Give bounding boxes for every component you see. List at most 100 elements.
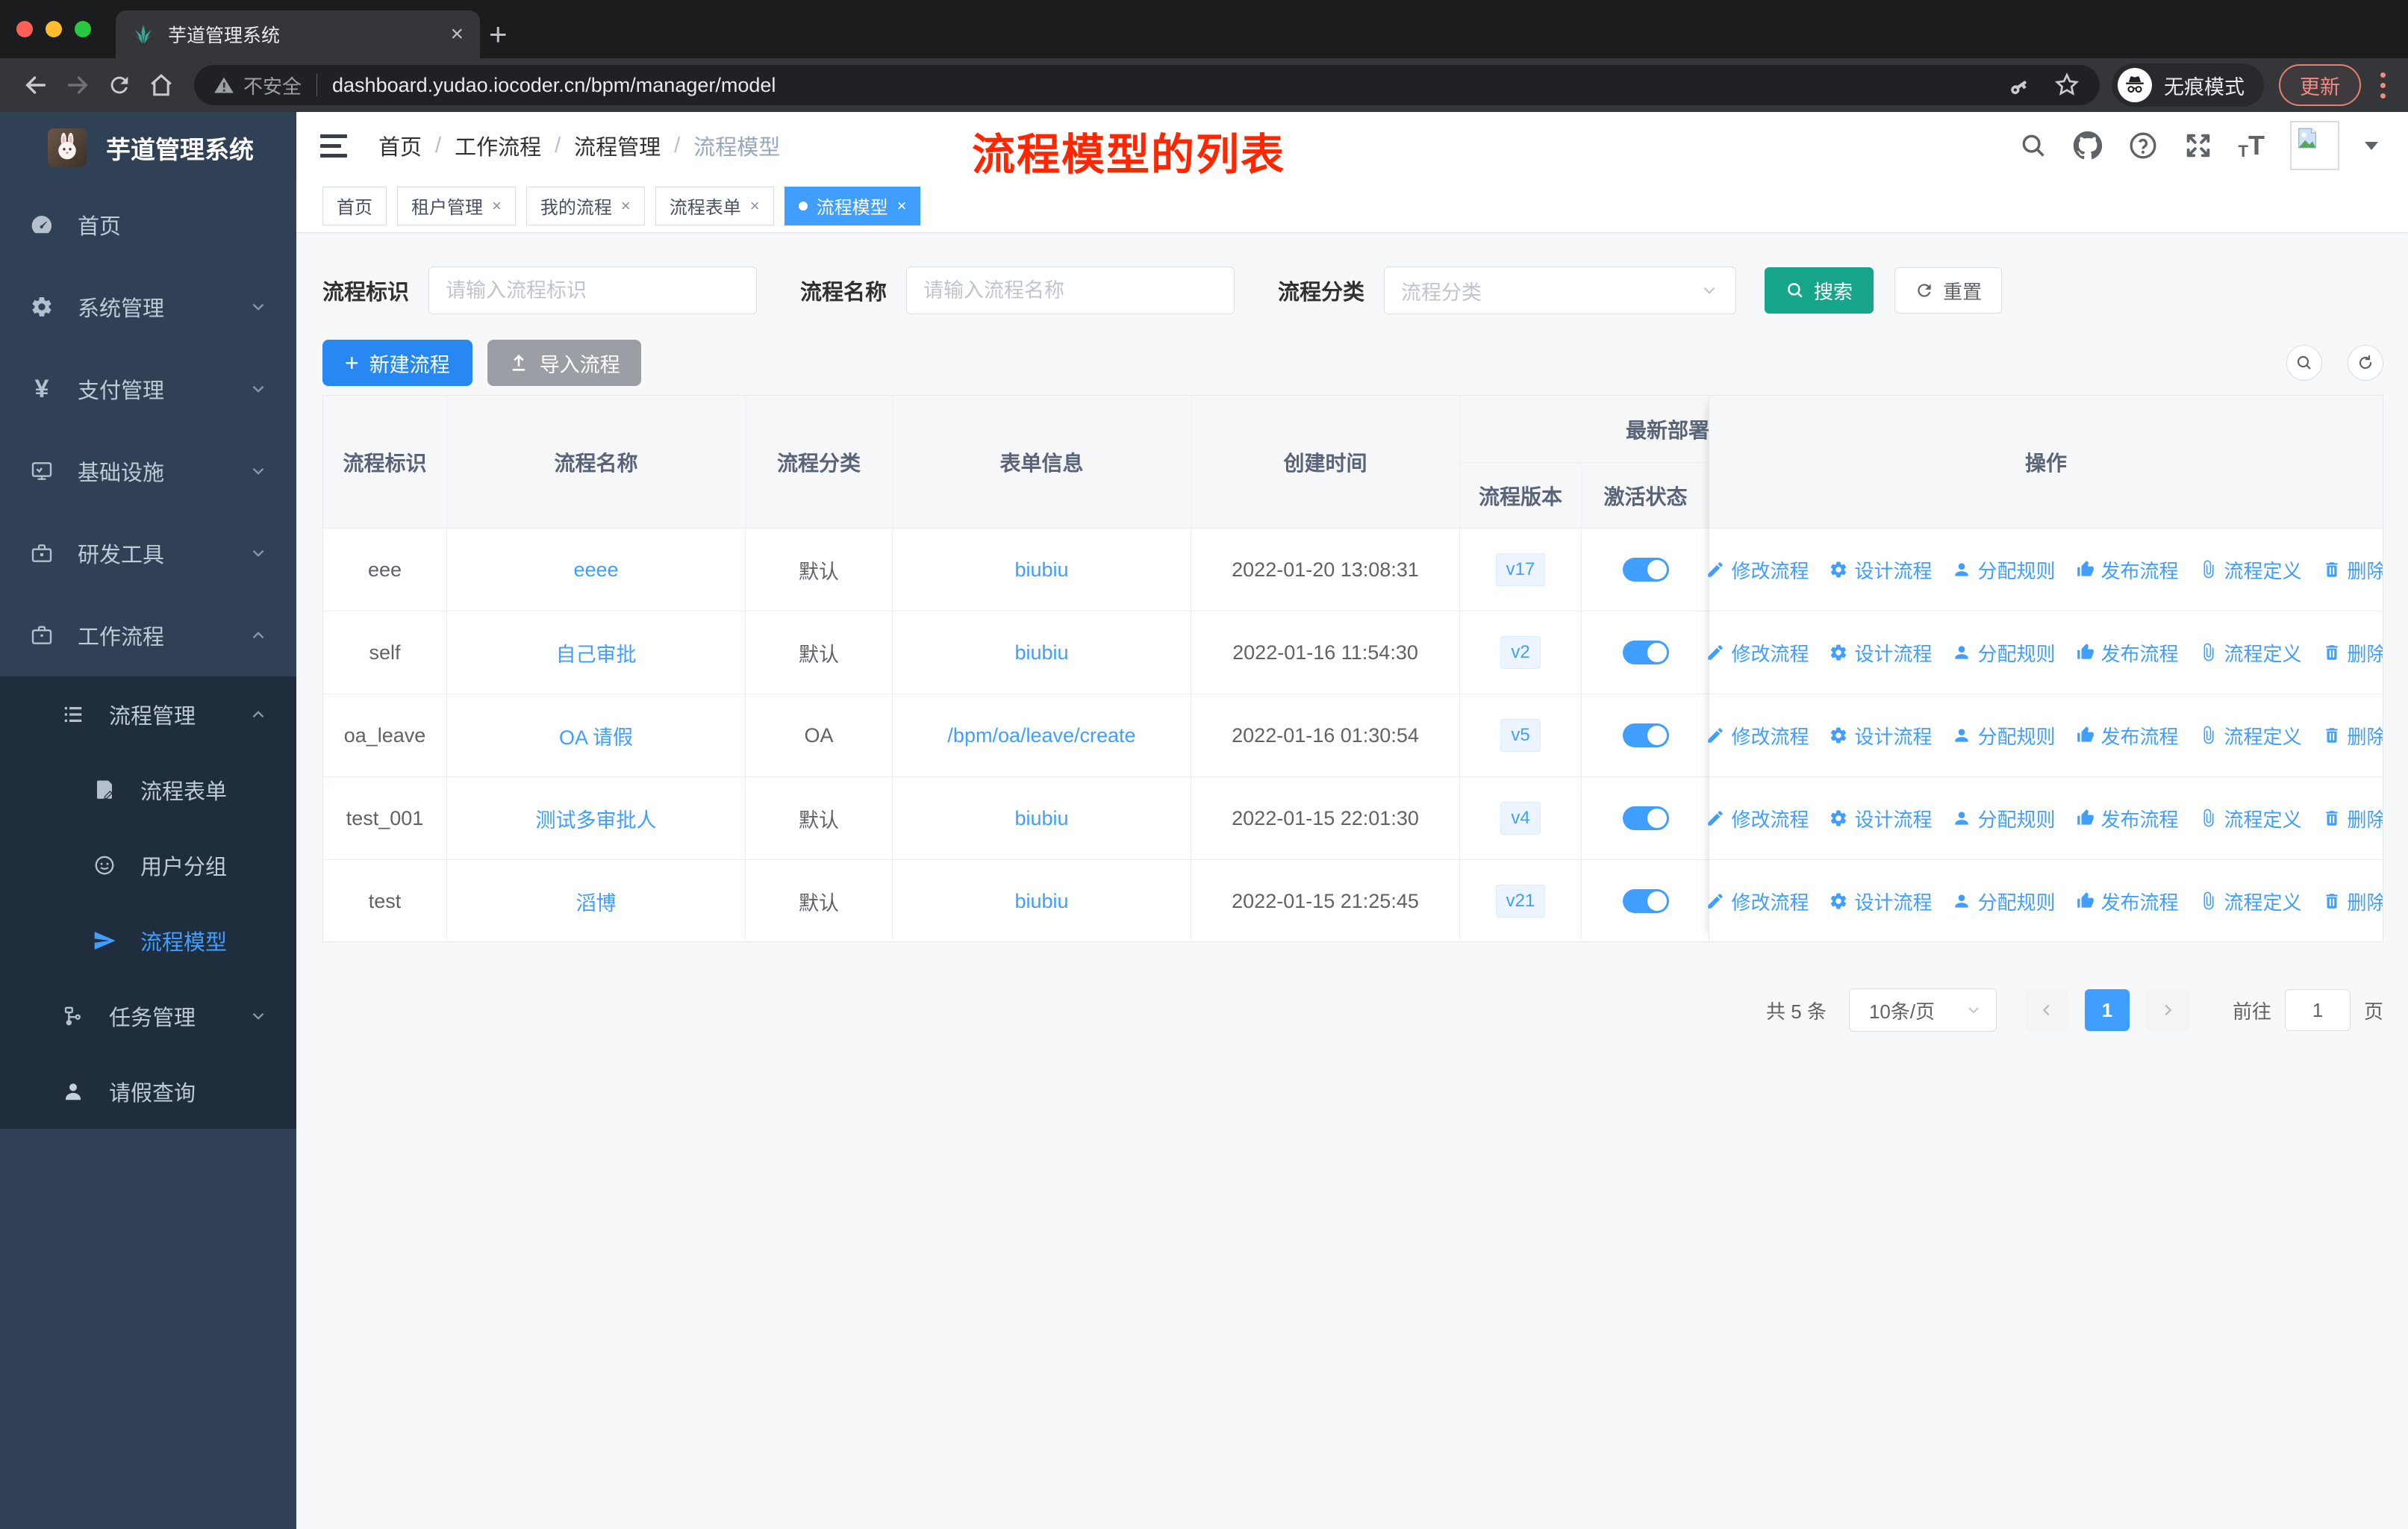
delete-link[interactable]: 删除 bbox=[2322, 556, 2383, 584]
assign-rule-link[interactable]: 分配规则 bbox=[1952, 722, 2056, 750]
password-key-icon[interactable] bbox=[2006, 72, 2031, 98]
active-toggle[interactable] bbox=[1622, 889, 1669, 913]
url-bar[interactable]: 不安全 dashboard.yudao.iocoder.cn/bpm/manag… bbox=[194, 65, 2100, 105]
cell-process-name-link[interactable]: 滔博 bbox=[447, 860, 746, 941]
sidebar-item-home[interactable]: 首页 bbox=[0, 184, 296, 266]
delete-link[interactable]: 删除 bbox=[2322, 722, 2383, 750]
sidebar-item-infra[interactable]: 基础设施 bbox=[0, 430, 296, 512]
modify-process-link[interactable]: 修改流程 bbox=[1706, 556, 1809, 584]
goto-page-input[interactable] bbox=[2284, 989, 2351, 1031]
chrome-update-button[interactable]: 更新 bbox=[2279, 64, 2361, 106]
active-toggle[interactable] bbox=[1622, 806, 1669, 830]
design-process-link[interactable]: 设计流程 bbox=[1829, 722, 1932, 750]
cell-form-link[interactable]: biubiu bbox=[893, 529, 1191, 611]
breadcrumb-process-mgmt[interactable]: 流程管理 bbox=[574, 130, 661, 161]
prev-page-button[interactable] bbox=[2024, 989, 2068, 1031]
modify-process-link[interactable]: 修改流程 bbox=[1706, 639, 1809, 667]
process-definition-link[interactable]: 流程定义 bbox=[2199, 722, 2302, 750]
back-icon[interactable] bbox=[15, 67, 57, 103]
tag-process-form[interactable]: 流程表单 × bbox=[655, 186, 774, 225]
window-zoom-button[interactable] bbox=[75, 21, 91, 37]
tag-home[interactable]: 首页 bbox=[322, 186, 387, 225]
design-process-link[interactable]: 设计流程 bbox=[1829, 805, 1932, 832]
tag-process-model[interactable]: 流程模型 × bbox=[784, 186, 921, 225]
modify-process-link[interactable]: 修改流程 bbox=[1706, 805, 1809, 832]
url-text[interactable]: dashboard.yudao.iocoder.cn/bpm/manager/m… bbox=[332, 74, 2006, 97]
search-button[interactable]: 搜索 bbox=[1765, 267, 1874, 314]
import-process-button[interactable]: 导入流程 bbox=[487, 340, 641, 386]
active-toggle[interactable] bbox=[1622, 723, 1669, 747]
sidebar-item-payment[interactable]: ¥ 支付管理 bbox=[0, 348, 296, 430]
current-page-button[interactable]: 1 bbox=[2084, 989, 2130, 1031]
github-icon[interactable] bbox=[2073, 131, 2103, 161]
modify-process-link[interactable]: 修改流程 bbox=[1706, 722, 1809, 750]
tag-my-process[interactable]: 我的流程 × bbox=[525, 186, 645, 225]
category-select[interactable]: 流程分类 bbox=[1384, 267, 1737, 314]
new-tab-button[interactable]: + bbox=[489, 15, 508, 54]
sidebar-item-workflow[interactable]: 工作流程 bbox=[0, 594, 296, 676]
sidebar-item-process-mgmt[interactable]: 流程管理 bbox=[0, 676, 296, 752]
refresh-table-button[interactable] bbox=[2348, 345, 2383, 381]
reload-icon[interactable] bbox=[99, 67, 140, 103]
publish-process-link[interactable]: 发布流程 bbox=[2076, 722, 2179, 750]
tag-close-icon[interactable]: × bbox=[492, 196, 502, 216]
create-process-button[interactable]: + 新建流程 bbox=[322, 340, 472, 386]
home-icon[interactable] bbox=[140, 67, 182, 103]
reset-button[interactable]: 重置 bbox=[1894, 267, 2003, 314]
process-key-input[interactable] bbox=[428, 267, 758, 314]
assign-rule-link[interactable]: 分配规则 bbox=[1952, 888, 2056, 915]
cell-form-link[interactable]: biubiu bbox=[893, 860, 1191, 941]
next-page-button[interactable] bbox=[2145, 989, 2189, 1031]
publish-process-link[interactable]: 发布流程 bbox=[2076, 556, 2179, 584]
sidebar-item-process-model[interactable]: 流程模型 bbox=[0, 903, 296, 978]
breadcrumb-workflow[interactable]: 工作流程 bbox=[455, 130, 541, 161]
cell-process-name-link[interactable]: OA 请假 bbox=[447, 694, 746, 776]
tag-close-icon[interactable]: × bbox=[897, 196, 907, 216]
process-name-input[interactable] bbox=[906, 267, 1235, 314]
sidebar-item-devtools[interactable]: 研发工具 bbox=[0, 512, 296, 594]
window-minimize-button[interactable] bbox=[46, 21, 62, 37]
sidebar-item-leave-query[interactable]: 请假查询 bbox=[0, 1053, 296, 1129]
tab-close-icon[interactable]: × bbox=[450, 22, 464, 47]
active-toggle[interactable] bbox=[1622, 641, 1669, 664]
assign-rule-link[interactable]: 分配规则 bbox=[1952, 805, 2056, 832]
forward-icon[interactable] bbox=[57, 67, 99, 103]
cell-form-link[interactable]: biubiu bbox=[893, 611, 1191, 694]
delete-link[interactable]: 删除 bbox=[2322, 639, 2383, 667]
tag-close-icon[interactable]: × bbox=[750, 196, 760, 216]
process-definition-link[interactable]: 流程定义 bbox=[2199, 888, 2302, 915]
page-size-select[interactable]: 10条/页 bbox=[1848, 988, 1997, 1032]
toggle-search-button[interactable] bbox=[2286, 345, 2322, 381]
modify-process-link[interactable]: 修改流程 bbox=[1706, 888, 1809, 915]
active-toggle[interactable] bbox=[1622, 558, 1669, 582]
font-size-icon[interactable]: TT bbox=[2239, 130, 2265, 161]
design-process-link[interactable]: 设计流程 bbox=[1829, 556, 1932, 584]
cell-process-name-link[interactable]: 测试多审批人 bbox=[447, 777, 746, 859]
sidebar-item-task-mgmt[interactable]: 任务管理 bbox=[0, 978, 296, 1053]
avatar[interactable] bbox=[2290, 121, 2339, 170]
cell-form-link[interactable]: biubiu bbox=[893, 777, 1191, 859]
window-close-button[interactable] bbox=[16, 21, 33, 37]
publish-process-link[interactable]: 发布流程 bbox=[2076, 888, 2179, 915]
sidebar-item-user-group[interactable]: 用户分组 bbox=[0, 827, 296, 903]
not-secure-chip[interactable]: 不安全 bbox=[213, 72, 302, 99]
delete-link[interactable]: 删除 bbox=[2322, 805, 2383, 832]
tag-close-icon[interactable]: × bbox=[621, 196, 631, 216]
design-process-link[interactable]: 设计流程 bbox=[1829, 888, 1932, 915]
cell-form-link[interactable]: /bpm/oa/leave/create bbox=[893, 694, 1191, 776]
search-icon[interactable] bbox=[2019, 131, 2047, 160]
fullscreen-icon[interactable] bbox=[2183, 131, 2213, 161]
sidebar-item-process-form[interactable]: 流程表单 bbox=[0, 752, 296, 827]
process-definition-link[interactable]: 流程定义 bbox=[2199, 805, 2302, 832]
process-definition-link[interactable]: 流程定义 bbox=[2199, 556, 2302, 584]
help-icon[interactable] bbox=[2128, 131, 2158, 161]
bookmark-star-icon[interactable] bbox=[2053, 72, 2080, 99]
publish-process-link[interactable]: 发布流程 bbox=[2076, 639, 2179, 667]
design-process-link[interactable]: 设计流程 bbox=[1829, 639, 1932, 667]
caret-down-icon[interactable] bbox=[2365, 141, 2378, 150]
browser-menu-icon[interactable] bbox=[2373, 72, 2393, 99]
browser-tab[interactable]: 芋道管理系统 × bbox=[116, 10, 480, 58]
tag-tenant[interactable]: 租户管理 × bbox=[397, 186, 516, 225]
publish-process-link[interactable]: 发布流程 bbox=[2076, 805, 2179, 832]
process-definition-link[interactable]: 流程定义 bbox=[2199, 639, 2302, 667]
